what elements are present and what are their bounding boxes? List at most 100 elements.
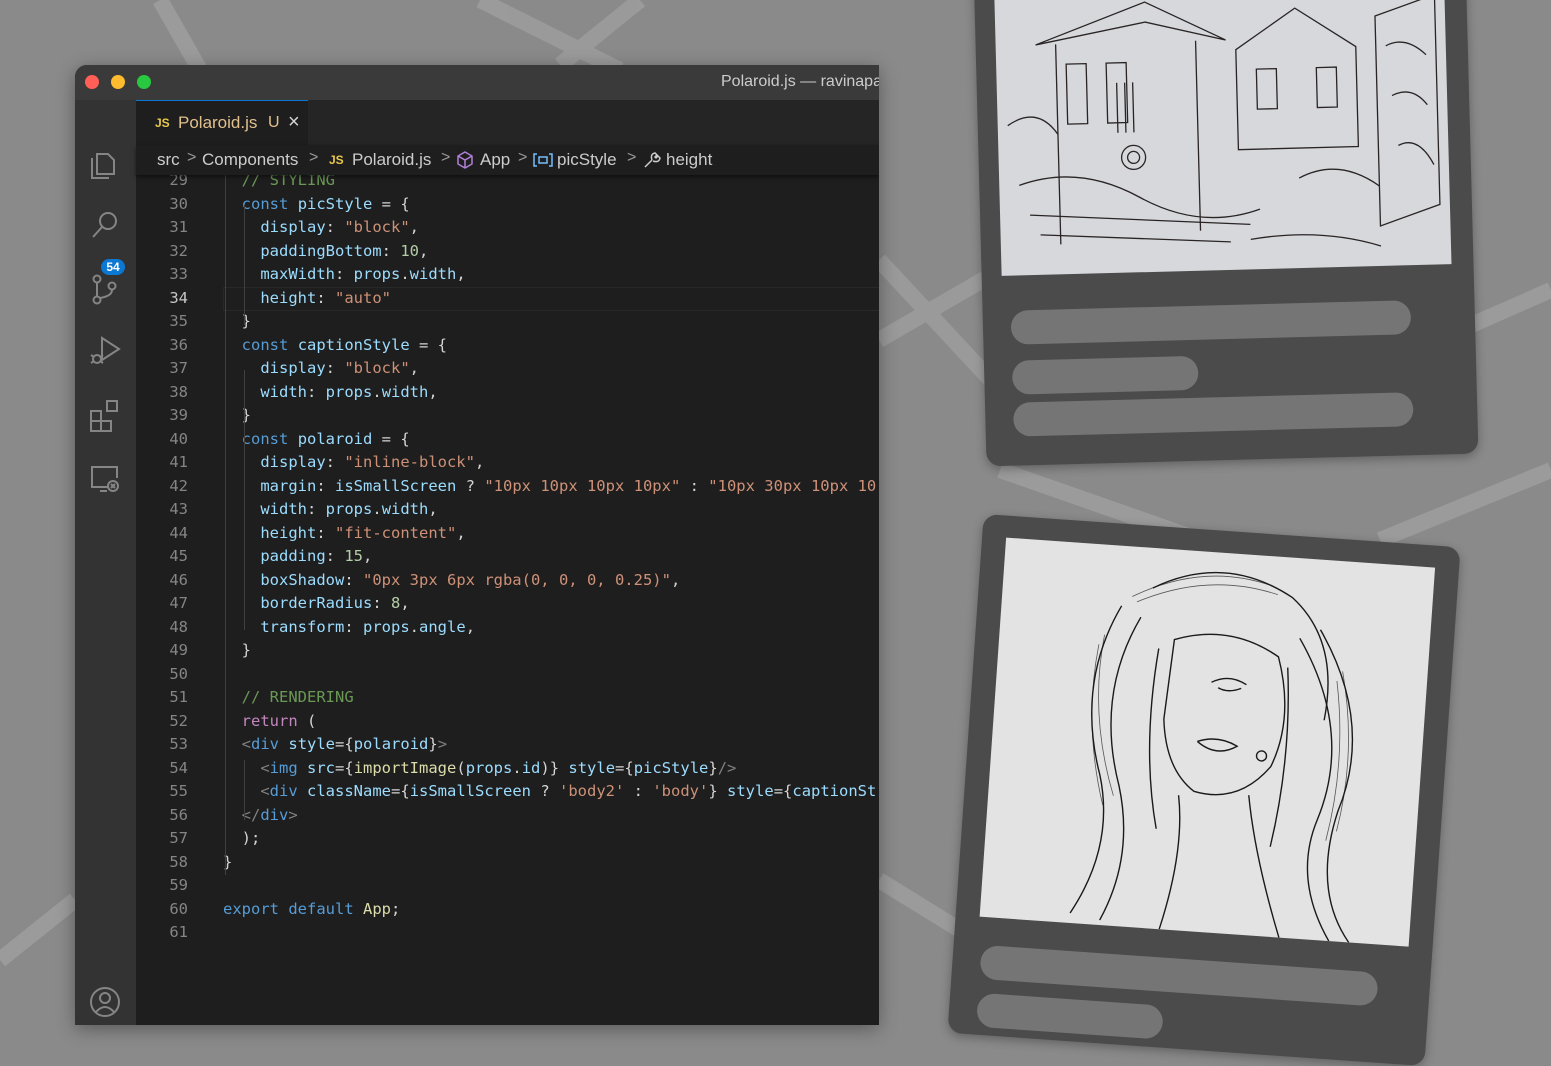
run-debug-icon[interactable] — [88, 334, 122, 368]
js-file-icon: JS — [329, 153, 344, 167]
breadcrumb-item-app[interactable]: App — [480, 150, 510, 170]
line-number: 42 — [169, 476, 188, 495]
title-bar: Polaroid.js — ravinapa — [75, 65, 879, 100]
code-line: } — [223, 641, 251, 659]
line-number: 54 — [169, 758, 188, 777]
field-icon — [533, 153, 553, 167]
line-number: 34 — [169, 288, 188, 307]
code-line: </div> — [241, 805, 298, 824]
remote-explorer-icon[interactable] — [88, 462, 122, 496]
line-number: 36 — [169, 335, 188, 354]
line-number: 60 — [169, 899, 188, 918]
caption-bar — [1010, 300, 1412, 345]
line-number: 40 — [169, 429, 188, 448]
code-editor-window: Polaroid.js — ravinapa 54 JS Polaroid.js — [75, 65, 879, 1025]
line-number: 39 — [169, 406, 188, 424]
code-line: padding: 15, — [260, 547, 373, 565]
line-number: 46 — [169, 570, 188, 589]
explorer-icon[interactable] — [88, 146, 122, 180]
code-line: display: "inline-block", — [260, 453, 485, 471]
close-icon[interactable]: × — [288, 111, 300, 134]
code-line: boxShadow: "0px 3px 6px rgba(0, 0, 0, 0.… — [260, 570, 681, 589]
code-line: display: "block", — [260, 218, 419, 236]
line-number: 51 — [169, 688, 188, 706]
code-line: <div style={polaroid}> — [241, 735, 448, 753]
code-line: return ( — [241, 711, 317, 730]
line-number: 35 — [169, 312, 188, 330]
code-editor[interactable]: 29 // STYLING 30 const picStyle = {31 dis… — [136, 171, 879, 1025]
code-line: <div className={isSmallScreen ? 'body2' … — [260, 782, 877, 800]
polaroid-card-top — [973, 0, 1479, 467]
chevron-right-icon: > — [441, 149, 451, 166]
tab-polaroid-js[interactable]: JS Polaroid.js U × — [136, 100, 308, 146]
tab-bar: JS Polaroid.js U × — [136, 100, 879, 146]
code-line: } — [223, 312, 251, 330]
code-line: height: "auto" — [260, 288, 391, 307]
breadcrumb: src > Components > JS Polaroid.js > App … — [136, 145, 879, 175]
extensions-icon[interactable] — [88, 398, 122, 432]
line-number: 49 — [169, 641, 188, 659]
code-line: paddingBottom: 10, — [260, 241, 429, 260]
code-line: maxWidth: props.width, — [260, 265, 466, 283]
breadcrumb-item-components[interactable]: Components — [202, 150, 298, 170]
source-control-icon[interactable] — [88, 272, 122, 306]
code-line: borderRadius: 8, — [260, 594, 410, 612]
line-number: 30 — [169, 194, 188, 213]
line-number: 33 — [169, 265, 188, 283]
line-number: 43 — [169, 500, 188, 518]
line-number: 50 — [169, 664, 188, 683]
code-line: const picStyle = { — [241, 194, 410, 213]
indent-guide — [244, 370, 245, 440]
account-icon[interactable] — [88, 985, 122, 1019]
line-number: 59 — [169, 876, 188, 894]
source-control-badge: 54 — [99, 257, 127, 277]
untracked-indicator: U — [268, 114, 280, 131]
line-number: 53 — [169, 735, 188, 753]
package-icon — [457, 151, 473, 169]
code-line: const polaroid = { — [241, 429, 410, 448]
line-number: 45 — [169, 547, 188, 565]
chevron-right-icon: > — [518, 149, 528, 166]
code-line: width: props.width, — [260, 382, 438, 401]
chevron-right-icon: > — [627, 149, 637, 166]
breadcrumb-item-file[interactable]: Polaroid.js — [352, 150, 431, 170]
line-number: 55 — [169, 782, 188, 800]
chevron-right-icon: > — [187, 149, 197, 166]
code-line: } — [223, 406, 251, 424]
minimize-window-button[interactable] — [111, 75, 125, 89]
code-line: const captionStyle = { — [241, 335, 447, 354]
code-line: width: props.width, — [260, 500, 438, 518]
line-number: 38 — [169, 382, 188, 401]
window-title: Polaroid.js — ravinapa — [721, 73, 879, 90]
code-line: transform: props.angle, — [260, 617, 476, 636]
breadcrumb-item-picstyle[interactable]: picStyle — [557, 150, 617, 170]
indent-guide — [244, 440, 245, 630]
caption-bar — [975, 992, 1164, 1040]
js-file-icon: JS — [155, 116, 170, 130]
line-number: 47 — [169, 594, 188, 612]
breadcrumb-item-src[interactable]: src — [157, 150, 180, 170]
close-window-button[interactable] — [85, 75, 99, 89]
caption-bar — [1012, 392, 1414, 437]
breadcrumb-item-height[interactable]: height — [666, 150, 712, 170]
line-number: 57 — [169, 829, 188, 847]
search-icon[interactable] — [88, 208, 122, 242]
code-line: <img src={importImage(props.id)} style={… — [260, 758, 737, 777]
code-line: display: "block", — [260, 359, 419, 377]
line-number: 31 — [169, 218, 188, 236]
wrench-icon — [644, 152, 661, 168]
code-line: // RENDERING — [223, 688, 354, 706]
polaroid-card-bottom — [947, 513, 1461, 1066]
indent-guide — [225, 175, 226, 875]
portrait-sketch-image — [979, 537, 1436, 947]
chevron-right-icon: > — [309, 149, 319, 166]
line-number: 56 — [169, 805, 188, 824]
line-number: 61 — [169, 923, 188, 941]
code-line: margin: isSmallScreen ? "10px 10px 10px … — [260, 476, 877, 495]
code-line: ); — [223, 829, 261, 847]
tab-label: Polaroid.js — [178, 113, 258, 132]
indent-guide — [244, 205, 245, 325]
activity-bar: 54 — [75, 100, 136, 1025]
indent-guide — [244, 760, 245, 820]
zoom-window-button[interactable] — [137, 75, 151, 89]
